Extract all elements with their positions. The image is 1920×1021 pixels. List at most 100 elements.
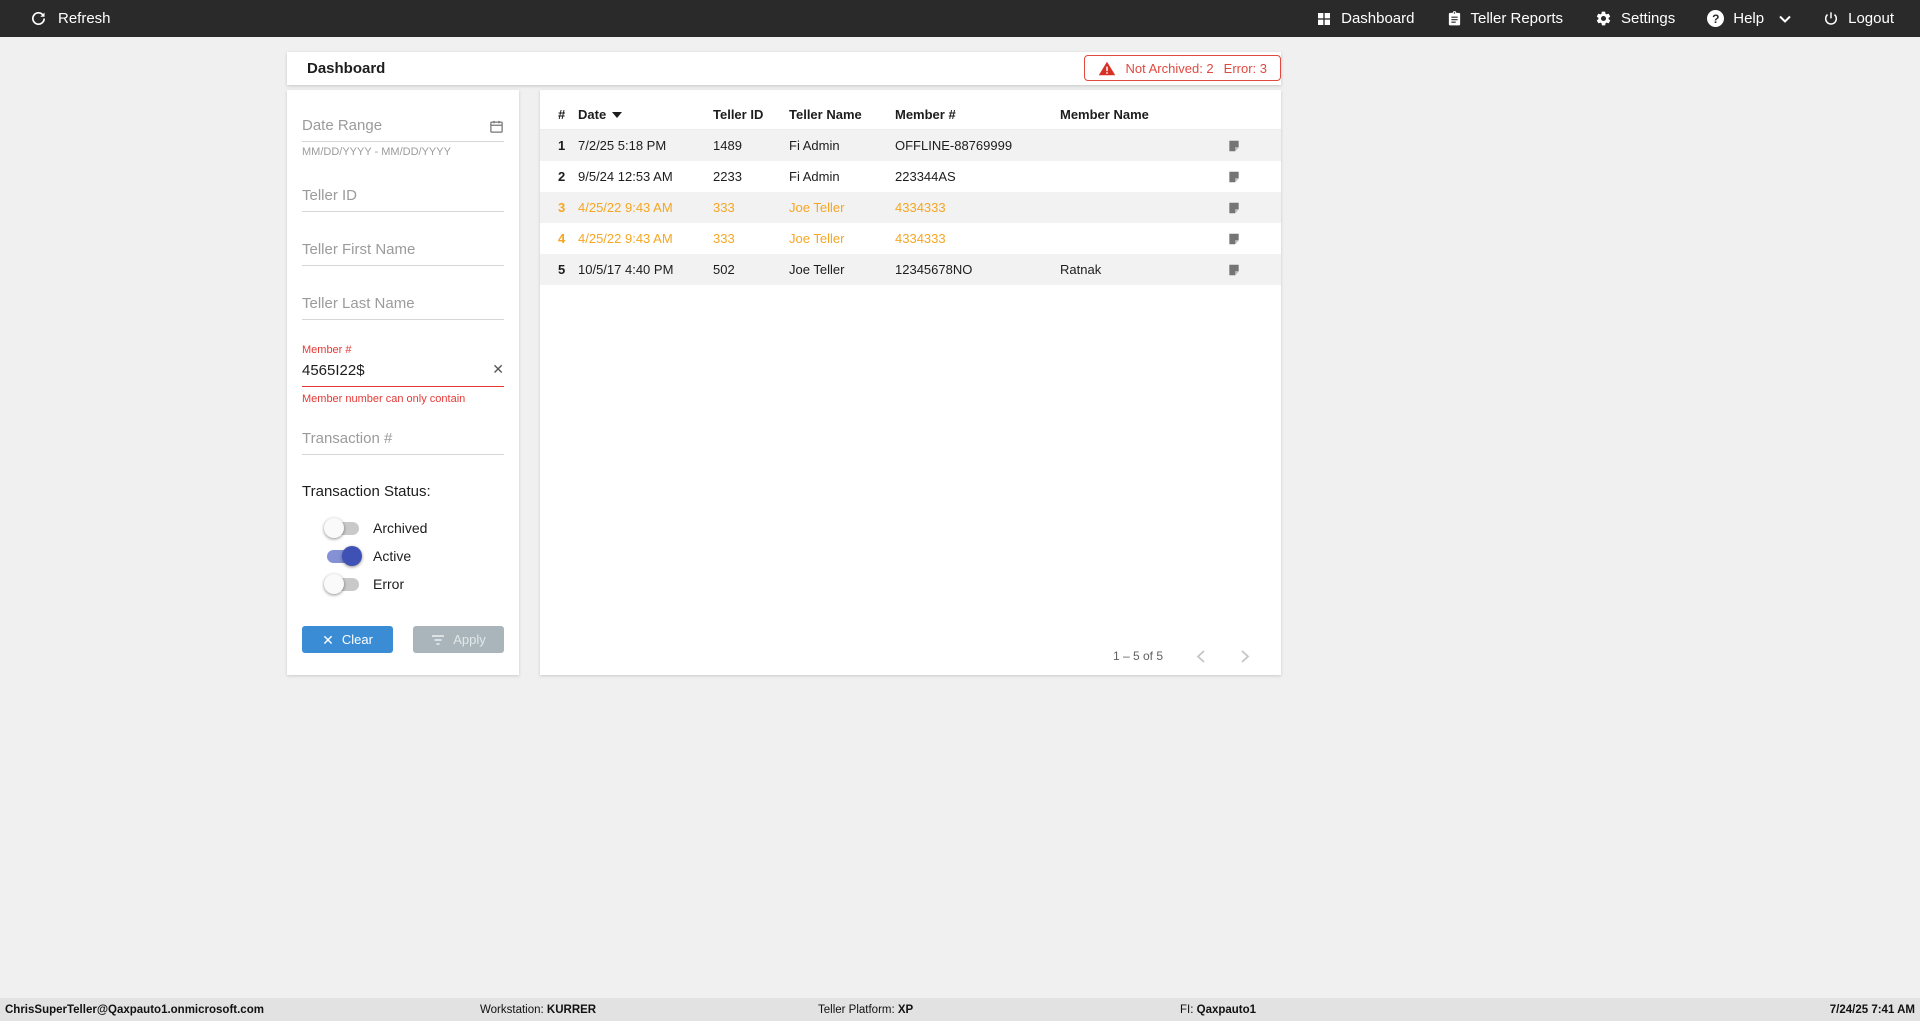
- table-header: # Date Teller ID Teller Name Member # Me…: [540, 100, 1281, 130]
- table-cell: 333: [713, 200, 789, 215]
- toggle-error[interactable]: Error: [327, 570, 504, 598]
- transaction-status-block: Transaction Status: Archived Active Erro…: [302, 483, 504, 598]
- date-range-hint: MM/DD/YYYY - MM/DD/YYYY: [302, 146, 504, 158]
- note-icon[interactable]: [1227, 232, 1241, 246]
- clear-button-label: Clear: [342, 632, 373, 647]
- pagination-range: 1 – 5 of 5: [1113, 649, 1163, 663]
- error-toggle-label: Error: [373, 576, 404, 592]
- warning-icon: [1098, 61, 1116, 76]
- table-cell: Joe Teller: [789, 262, 895, 277]
- toggle-archived[interactable]: Archived: [327, 514, 504, 542]
- refresh-button[interactable]: Refresh: [0, 10, 111, 27]
- date-range-field: MM/DD/YYYY - MM/DD/YYYY: [302, 112, 504, 158]
- workstation-value: KURRER: [547, 1004, 596, 1016]
- transactions-panel: # Date Teller ID Teller Name Member # Me…: [540, 90, 1281, 675]
- col-teller-id: Teller ID: [713, 107, 789, 122]
- toggle-active[interactable]: Active: [327, 542, 504, 570]
- table-row[interactable]: 29/5/24 12:53 AM2233Fi Admin223344AS: [540, 161, 1281, 192]
- table-cell: 4334333: [895, 231, 1060, 246]
- table-cell: 1: [558, 138, 578, 153]
- table-body: 17/2/25 5:18 PM1489Fi AdminOFFLINE-88769…: [540, 130, 1281, 285]
- topbar-nav: Dashboard Teller Reports Settings ? Help: [1316, 10, 1920, 27]
- alert-not-archived: Not Archived: 2: [1126, 61, 1214, 76]
- filter-panel: MM/DD/YYYY - MM/DD/YYYY Member # ✕ Membe…: [287, 90, 519, 675]
- page-prev-icon[interactable]: [1193, 650, 1208, 663]
- member-number-label: Member #: [302, 344, 504, 356]
- apply-button-label: Apply: [453, 632, 486, 647]
- footer-platform: Teller Platform: XP: [818, 1004, 913, 1016]
- member-number-field: Member # ✕ Member number can only contai…: [302, 344, 504, 405]
- error-toggle-switch[interactable]: [327, 578, 359, 591]
- sort-desc-icon: [612, 112, 622, 118]
- nav-teller-reports-label: Teller Reports: [1471, 10, 1564, 27]
- table-cell: Fi Admin: [789, 169, 895, 184]
- refresh-label: Refresh: [58, 10, 111, 27]
- help-icon: ?: [1707, 10, 1724, 27]
- table-row[interactable]: 34/25/22 9:43 AM333Joe Teller4334333: [540, 192, 1281, 223]
- archived-toggle-switch[interactable]: [327, 522, 359, 535]
- page-header: Dashboard Not Archived: 2 Error: 3: [287, 52, 1281, 85]
- table-row[interactable]: 44/25/22 9:43 AM333Joe Teller4334333: [540, 223, 1281, 254]
- teller-first-name-field: [302, 236, 504, 266]
- calendar-icon[interactable]: [489, 119, 504, 139]
- alert-error: Error: 3: [1224, 61, 1267, 76]
- alert-badge[interactable]: Not Archived: 2 Error: 3: [1084, 55, 1282, 81]
- member-number-input[interactable]: [302, 357, 504, 387]
- nav-teller-reports[interactable]: Teller Reports: [1447, 10, 1564, 27]
- pagination: 1 – 5 of 5: [1113, 649, 1253, 663]
- chevron-down-icon: [1779, 15, 1791, 23]
- date-range-input[interactable]: [302, 112, 504, 142]
- nav-settings[interactable]: Settings: [1595, 10, 1675, 27]
- col-date-label: Date: [578, 107, 606, 122]
- teller-id-input[interactable]: [302, 182, 504, 212]
- clear-x-icon: ✕: [322, 633, 334, 647]
- col-date[interactable]: Date: [578, 107, 713, 122]
- nav-dashboard-label: Dashboard: [1341, 10, 1414, 27]
- workstation-label: Workstation:: [480, 1004, 544, 1016]
- archived-toggle-label: Archived: [373, 520, 427, 536]
- table-cell: 4/25/22 9:43 AM: [578, 231, 713, 246]
- nav-dashboard[interactable]: Dashboard: [1316, 10, 1414, 27]
- active-toggle-label: Active: [373, 548, 411, 564]
- clear-member-icon[interactable]: ✕: [492, 362, 504, 376]
- table-cell: 5: [558, 262, 578, 277]
- teller-first-name-input[interactable]: [302, 236, 504, 266]
- teller-last-name-field: [302, 290, 504, 320]
- fi-value: Qaxpauto1: [1197, 1004, 1256, 1016]
- apply-button[interactable]: Apply: [413, 626, 504, 653]
- transaction-status-label: Transaction Status:: [302, 483, 504, 500]
- table-cell: Fi Admin: [789, 138, 895, 153]
- footer-workstation: Workstation: KURRER: [480, 1004, 596, 1016]
- nav-help-label: Help: [1733, 10, 1764, 27]
- note-icon[interactable]: [1227, 139, 1241, 153]
- note-icon[interactable]: [1227, 170, 1241, 184]
- reports-icon: [1447, 10, 1462, 27]
- teller-id-field: [302, 182, 504, 212]
- footer-user: ChrisSuperTeller@Qaxpauto1.onmicrosoft.c…: [5, 1004, 264, 1016]
- table-cell: OFFLINE-88769999: [895, 138, 1060, 153]
- table-row[interactable]: 510/5/17 4:40 PM502Joe Teller12345678NOR…: [540, 254, 1281, 285]
- page-next-icon[interactable]: [1238, 650, 1253, 663]
- nav-logout[interactable]: Logout: [1823, 10, 1894, 27]
- footer-datetime: 7/24/25 7:41 AM: [1830, 1004, 1915, 1016]
- table-cell: 4: [558, 231, 578, 246]
- table-cell: 502: [713, 262, 789, 277]
- note-icon[interactable]: [1227, 201, 1241, 215]
- clear-button[interactable]: ✕ Clear: [302, 626, 393, 653]
- transaction-number-field: [302, 425, 504, 455]
- note-icon[interactable]: [1227, 263, 1241, 277]
- table-row[interactable]: 17/2/25 5:18 PM1489Fi AdminOFFLINE-88769…: [540, 130, 1281, 161]
- settings-icon: [1595, 10, 1612, 27]
- footer-fi: FI: Qaxpauto1: [1180, 1004, 1256, 1016]
- nav-help[interactable]: ? Help: [1707, 10, 1791, 27]
- transaction-number-input[interactable]: [302, 425, 504, 455]
- table-cell: 2233: [713, 169, 789, 184]
- col-member-name: Member Name: [1060, 107, 1210, 122]
- logout-icon: [1823, 11, 1839, 27]
- table-cell: Joe Teller: [789, 231, 895, 246]
- platform-label: Teller Platform:: [818, 1004, 895, 1016]
- teller-last-name-input[interactable]: [302, 290, 504, 320]
- active-toggle-switch[interactable]: [327, 550, 359, 563]
- table-cell: 1489: [713, 138, 789, 153]
- col-member-number: Member #: [895, 107, 1060, 122]
